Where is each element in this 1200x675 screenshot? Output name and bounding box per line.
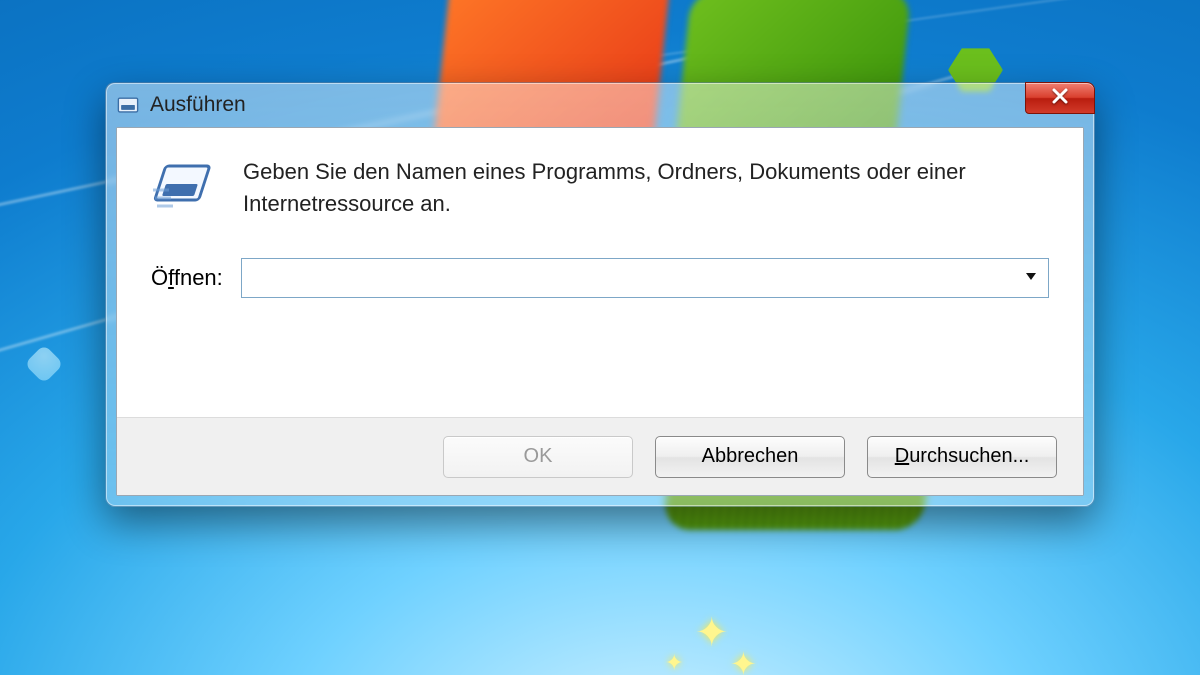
cancel-button[interactable]: Abbrechen xyxy=(655,436,845,478)
desktop-wallpaper: ✦ ✦ ✦ Ausführen xyxy=(0,0,1200,675)
instruction-text: Geben Sie den Namen eines Programms, Ord… xyxy=(243,156,1049,220)
open-dropdown-button[interactable] xyxy=(1014,259,1048,297)
run-dialog-icon xyxy=(151,156,215,220)
open-label-pre: Ö xyxy=(151,265,168,290)
close-button[interactable] xyxy=(1025,82,1095,114)
open-combobox[interactable] xyxy=(241,258,1049,298)
button-row: OK Abbrechen Durchsuchen... xyxy=(117,417,1083,495)
decor-sparkle: ✦ xyxy=(665,650,683,675)
browse-button[interactable]: Durchsuchen... xyxy=(867,436,1057,478)
chevron-down-icon xyxy=(1024,269,1038,288)
window-title: Ausführen xyxy=(150,93,246,117)
titlebar[interactable]: Ausführen xyxy=(106,83,1094,127)
decor-sparkle: ✦ xyxy=(695,610,729,656)
dialog-body: Geben Sie den Namen eines Programms, Ord… xyxy=(117,128,1083,417)
browse-label-rest: urchsuchen... xyxy=(909,445,1029,467)
client-area: Geben Sie den Namen eines Programms, Ord… xyxy=(116,127,1084,496)
open-label-post: fnen: xyxy=(174,265,223,290)
open-label: Öffnen: xyxy=(151,265,223,291)
decor-sparkle: ✦ xyxy=(730,645,757,675)
ok-button: OK xyxy=(443,436,633,478)
close-icon xyxy=(1051,87,1069,110)
browse-hotkey: D xyxy=(895,445,909,467)
decor-bud xyxy=(24,344,64,384)
run-dialog-window: Ausführen xyxy=(105,82,1095,507)
open-input[interactable] xyxy=(242,259,1014,297)
run-dialog-icon xyxy=(116,93,140,117)
